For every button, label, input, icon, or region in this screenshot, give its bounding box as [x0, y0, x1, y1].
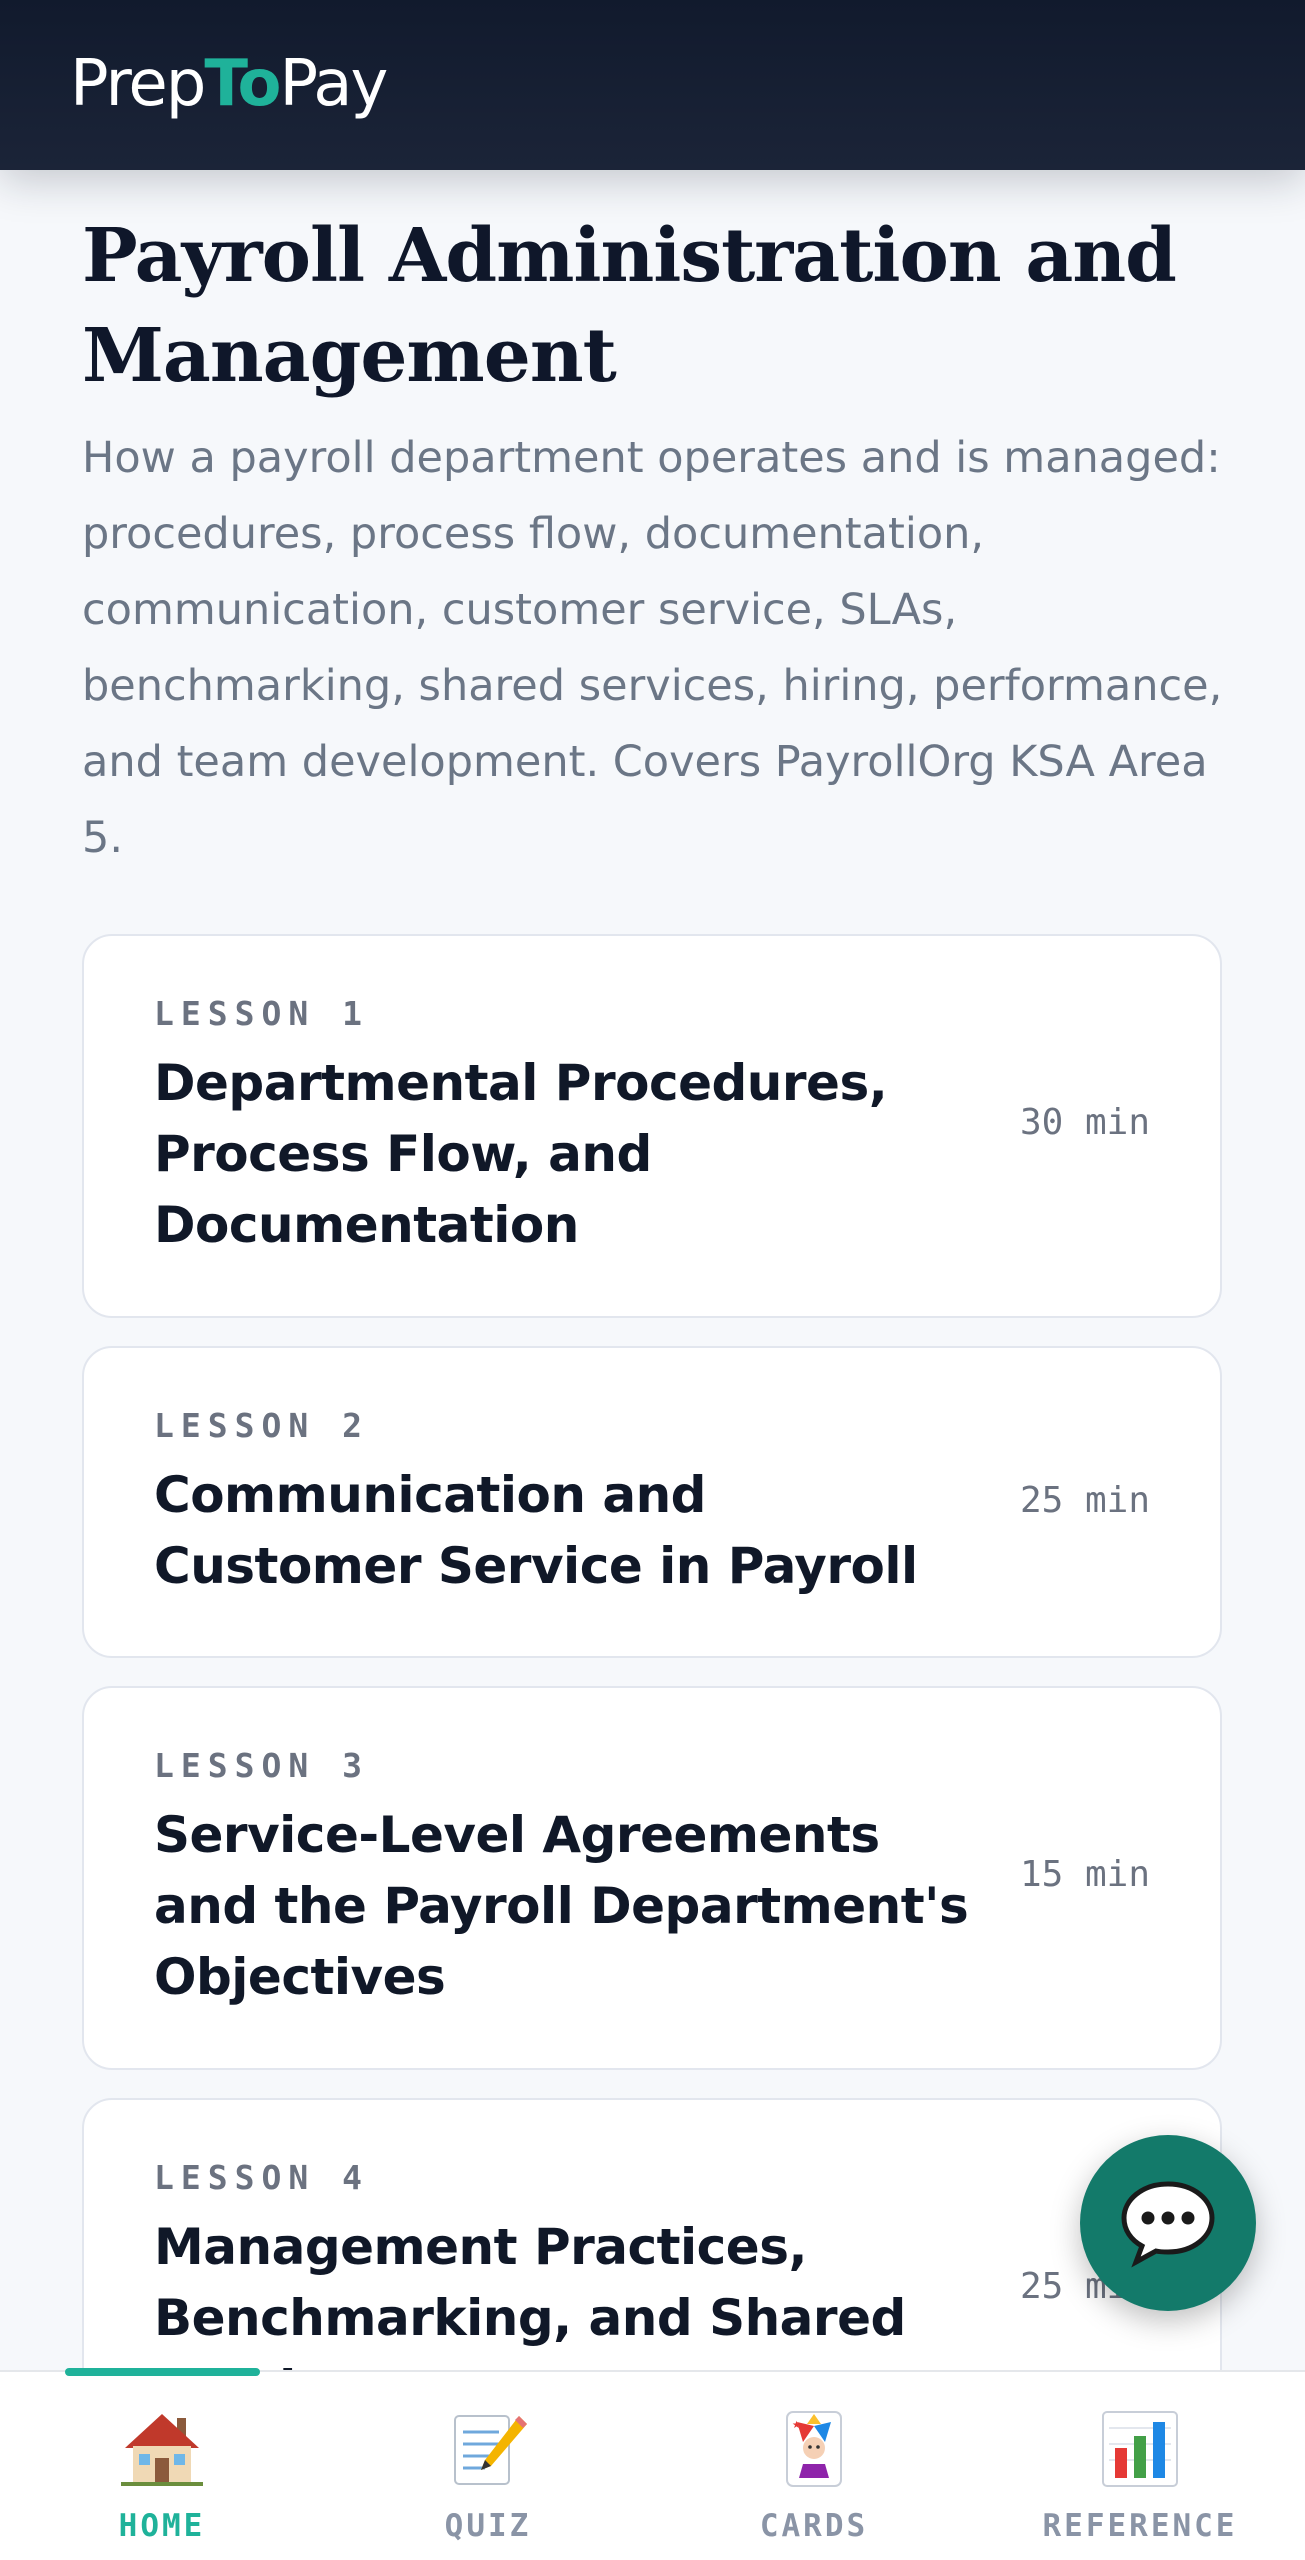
lesson-card-4[interactable]: LESSON 4 Management Practices, Benchmark… — [82, 2098, 1222, 2370]
lesson-title: Management Practices, Benchmarking, and … — [154, 2218, 906, 2370]
svg-text:★: ★ — [792, 2420, 801, 2431]
lesson-duration: 25 min — [1019, 1480, 1150, 1521]
bottom-nav: HOME QUIZ ★ CARDS REFERENCE — [0, 2368, 1305, 2560]
lesson-number: LESSON 3 — [154, 1746, 369, 1785]
nav-label: QUIZ — [444, 2508, 532, 2544]
nav-item-cards[interactable]: ★ CARDS — [664, 2408, 964, 2548]
logo-text-prep: Prep — [70, 47, 206, 121]
chat-button[interactable] — [1080, 2135, 1256, 2311]
nav-item-home[interactable]: HOME — [12, 2408, 312, 2548]
main-content[interactable]: Payroll Administration and Management Ho… — [0, 170, 1305, 2370]
lesson-number: LESSON 1 — [154, 994, 369, 1033]
lesson-title: Departmental Procedures, Process Flow, a… — [154, 1054, 888, 1254]
lesson-title: Service-Level Agreements and the Payroll… — [154, 1806, 969, 2006]
house-icon — [121, 2414, 203, 2486]
page-description: How a payroll department operates and is… — [82, 433, 1223, 863]
joker-card-icon: ★ — [786, 2411, 842, 2487]
lesson-card-2[interactable]: LESSON 2 Communication and Customer Serv… — [82, 1346, 1222, 1658]
nav-label: CARDS — [759, 2508, 869, 2544]
app-logo[interactable]: PrepToPay — [70, 44, 389, 124]
nav-item-reference[interactable]: REFERENCE — [990, 2408, 1290, 2548]
logo-text-pay: Pay — [279, 47, 389, 121]
memo-icon — [454, 2415, 527, 2485]
chat-bubble-icon — [1121, 2181, 1215, 2268]
logo-text-to: To — [204, 47, 281, 121]
lesson-number: LESSON 2 — [154, 1406, 369, 1445]
lesson-number: LESSON 4 — [154, 2158, 369, 2197]
lesson-card-1[interactable]: LESSON 1 Departmental Procedures, Proces… — [82, 934, 1222, 1318]
nav-item-quiz[interactable]: QUIZ — [338, 2408, 638, 2548]
bar-chart-icon — [1102, 2411, 1178, 2487]
lesson-duration: 15 min — [1019, 1854, 1150, 1895]
nav-label: REFERENCE — [1042, 2508, 1238, 2544]
lesson-title: Communication and Customer Service in Pa… — [154, 1466, 918, 1595]
app-header: PrepToPay — [0, 0, 1305, 170]
nav-label: HOME — [118, 2508, 206, 2544]
page-title: Payroll Administration and Management — [82, 213, 1177, 399]
lesson-card-3[interactable]: LESSON 3 Service-Level Agreements and th… — [82, 1686, 1222, 2070]
lesson-duration: 30 min — [1019, 1102, 1150, 1143]
active-tab-indicator — [65, 2368, 260, 2376]
